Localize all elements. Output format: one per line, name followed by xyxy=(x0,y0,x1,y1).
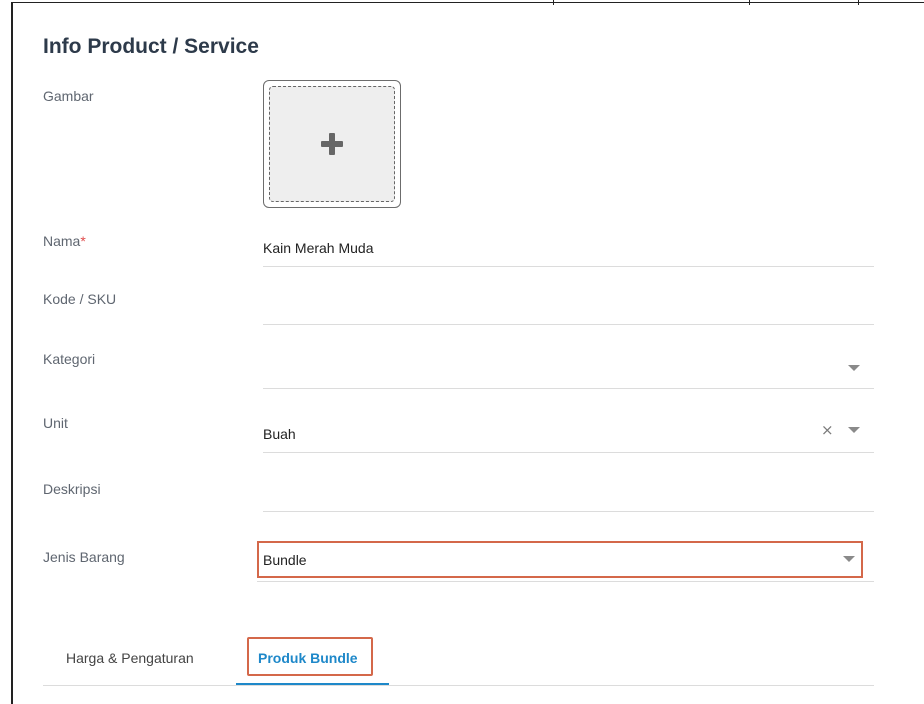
unit-select[interactable]: Buah × xyxy=(263,419,874,453)
tabs-divider xyxy=(43,685,874,686)
jenis-barang-value: Bundle xyxy=(263,552,307,568)
clear-icon[interactable]: × xyxy=(821,423,834,438)
label-unit: Unit xyxy=(43,415,68,431)
caret-down-icon[interactable] xyxy=(843,556,855,562)
unit-value: Buah xyxy=(263,426,296,442)
kategori-select[interactable] xyxy=(263,355,874,389)
nama-field[interactable]: Kain Merah Muda xyxy=(263,233,874,267)
label-gambar: Gambar xyxy=(43,88,94,104)
label-nama-text: Nama xyxy=(43,233,81,249)
section-title: Info Product / Service xyxy=(43,35,259,58)
nama-value[interactable]: Kain Merah Muda xyxy=(263,240,374,256)
jenis-barang-underline xyxy=(257,581,874,582)
label-kode-sku: Kode / SKU xyxy=(43,291,117,307)
plus-icon[interactable] xyxy=(321,133,343,155)
deskripsi-input[interactable] xyxy=(263,483,823,507)
tab-produk-bundle[interactable]: Produk Bundle xyxy=(258,650,358,666)
image-upload-dropzone[interactable] xyxy=(269,86,395,202)
frame-tick xyxy=(553,0,554,5)
image-upload-box[interactable] xyxy=(263,80,401,208)
frame-top-line xyxy=(12,2,924,3)
label-jenis-barang: Jenis Barang xyxy=(43,549,125,565)
jenis-barang-select[interactable]: Bundle xyxy=(257,541,863,578)
frame-left-line xyxy=(11,2,13,704)
tab-harga-pengaturan[interactable]: Harga & Pengaturan xyxy=(66,650,194,666)
kode-sku-field[interactable] xyxy=(263,291,874,325)
caret-down-icon[interactable] xyxy=(848,427,860,433)
caret-down-icon[interactable] xyxy=(848,365,860,371)
deskripsi-field[interactable] xyxy=(263,478,874,512)
label-deskripsi: Deskripsi xyxy=(43,481,101,497)
frame-tick xyxy=(749,0,750,5)
required-mark: * xyxy=(80,233,86,249)
label-nama: Nama* xyxy=(43,233,86,249)
frame-tick xyxy=(858,0,859,5)
kode-sku-input[interactable] xyxy=(263,296,823,320)
label-kategori: Kategori xyxy=(43,351,96,367)
